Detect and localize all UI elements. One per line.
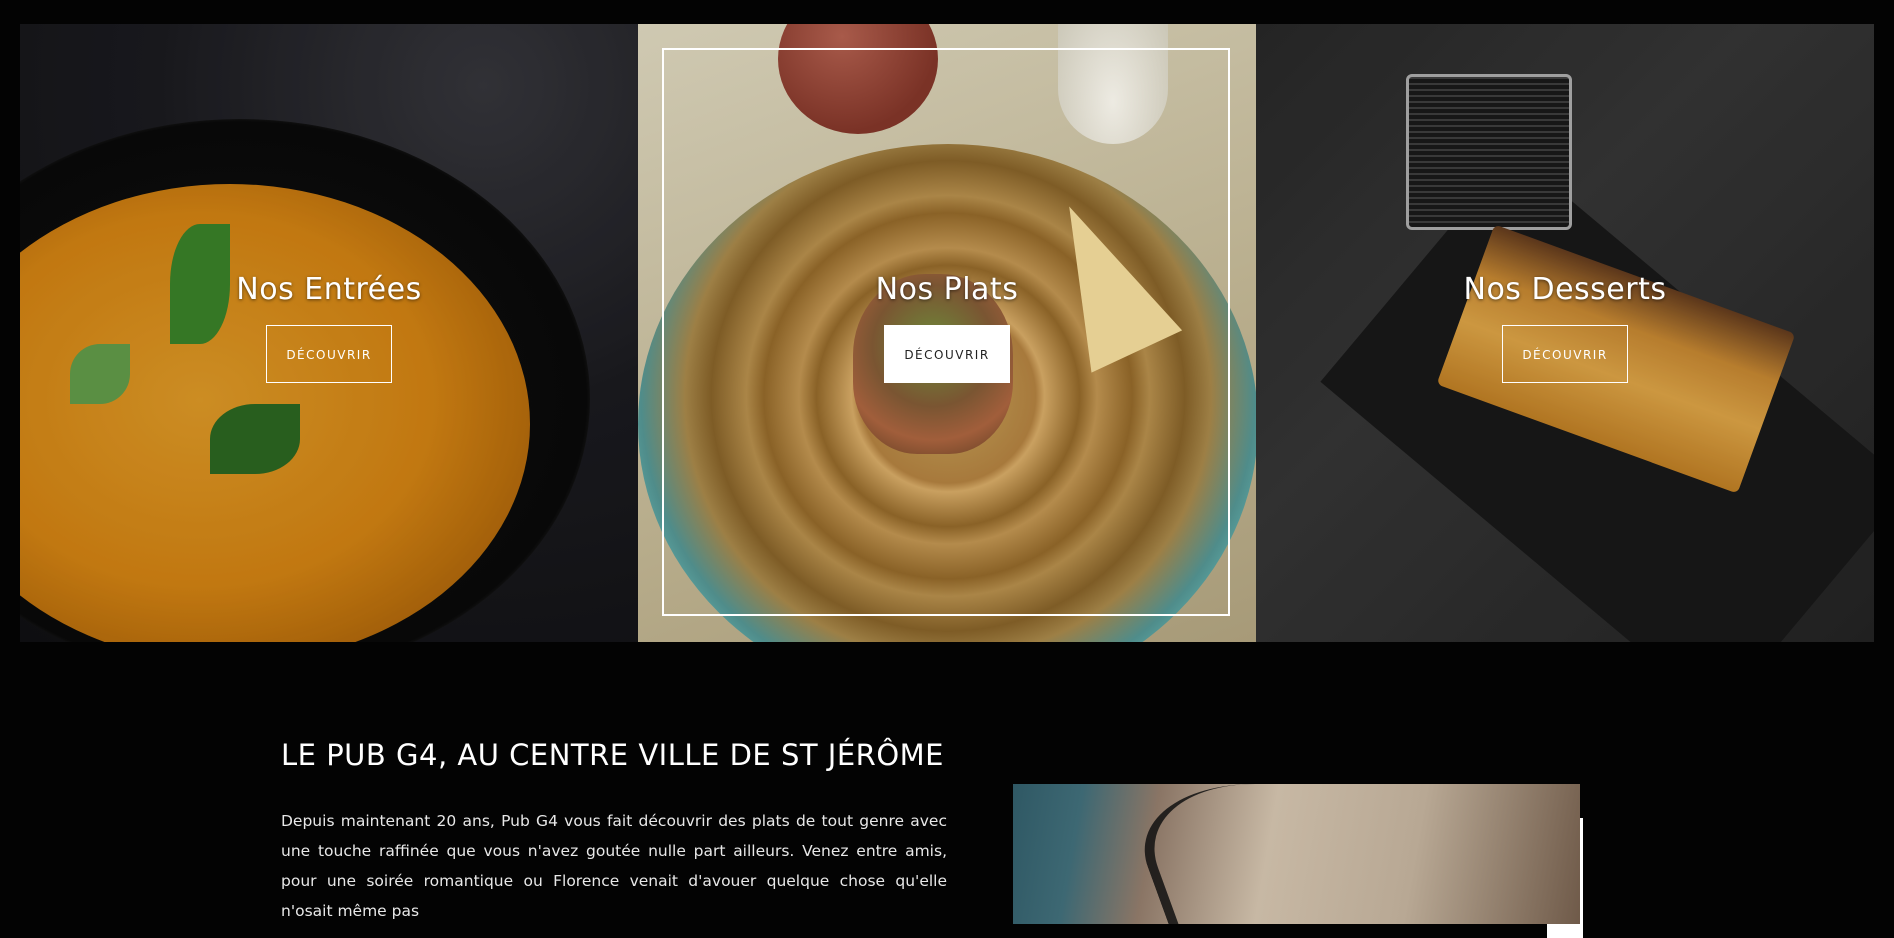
chef-photo xyxy=(1013,784,1580,924)
discover-button-desserts[interactable]: DÉCOUVRIR xyxy=(1502,325,1628,383)
intro-section: LE PUB G4, AU CENTRE VILLE DE ST JÉRÔME … xyxy=(281,740,947,926)
intro-heading: LE PUB G4, AU CENTRE VILLE DE ST JÉRÔME xyxy=(281,738,944,772)
category-title: Nos Entrées xyxy=(236,272,422,307)
spoon-image xyxy=(1117,784,1399,924)
category-overlay: Nos Plats DÉCOUVRIR xyxy=(638,272,1256,383)
category-title: Nos Desserts xyxy=(1463,272,1667,307)
category-title: Nos Plats xyxy=(875,272,1019,307)
category-overlay: Nos Desserts DÉCOUVRIR xyxy=(1256,272,1874,383)
discover-button-entrees[interactable]: DÉCOUVRIR xyxy=(266,325,392,383)
menu-category-grid: Nos Entrées DÉCOUVRIR Nos Plats DÉCOUVRI… xyxy=(20,24,1874,642)
category-card-entrees[interactable]: Nos Entrées DÉCOUVRIR xyxy=(20,24,638,642)
category-card-plats[interactable]: Nos Plats DÉCOUVRIR xyxy=(638,24,1256,642)
discover-button-plats[interactable]: DÉCOUVRIR xyxy=(884,325,1010,383)
intro-paragraph: Depuis maintenant 20 ans, Pub G4 vous fa… xyxy=(281,812,947,920)
category-overlay: Nos Entrées DÉCOUVRIR xyxy=(20,272,638,383)
intro-photo-block xyxy=(1013,784,1615,938)
category-card-desserts[interactable]: Nos Desserts DÉCOUVRIR xyxy=(1256,24,1874,642)
